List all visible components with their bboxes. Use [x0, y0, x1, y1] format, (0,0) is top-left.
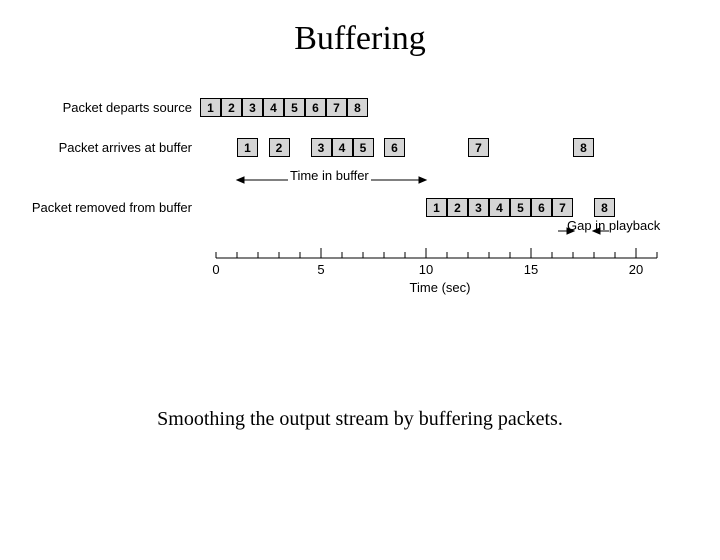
packet-arrive-7: 7: [468, 138, 489, 157]
packet-remove-7: 7: [552, 198, 573, 217]
annotation-time-in-buffer: Time in buffer: [288, 168, 371, 183]
packet-depart-5: 5: [284, 98, 305, 117]
packet-remove-3: 3: [468, 198, 489, 217]
packet-depart-8: 8: [347, 98, 368, 117]
axis-tick-10: 10: [414, 262, 438, 277]
packet-remove-6: 6: [531, 198, 552, 217]
row-label-depart: Packet departs source: [0, 100, 192, 115]
axis-tick-5: 5: [309, 262, 333, 277]
packet-arrive-8: 8: [573, 138, 594, 157]
packet-remove-4: 4: [489, 198, 510, 217]
packet-remove-8: 8: [594, 198, 615, 217]
packet-depart-1: 1: [200, 98, 221, 117]
packet-depart-3: 3: [242, 98, 263, 117]
packet-depart-2: 2: [221, 98, 242, 117]
axis-tick-15: 15: [519, 262, 543, 277]
packet-arrive-2: 2: [269, 138, 290, 157]
packet-depart-6: 6: [305, 98, 326, 117]
axis-tick-0: 0: [204, 262, 228, 277]
packet-remove-1: 1: [426, 198, 447, 217]
diagram-stage: Packet departs source Packet arrives at …: [0, 98, 720, 358]
packet-arrive-6: 6: [384, 138, 405, 157]
packet-depart-7: 7: [326, 98, 347, 117]
row-label-arrive: Packet arrives at buffer: [0, 140, 192, 155]
packet-remove-2: 2: [447, 198, 468, 217]
packet-remove-5: 5: [510, 198, 531, 217]
figure-caption: Smoothing the output stream by buffering…: [0, 408, 720, 431]
packet-arrive-1: 1: [237, 138, 258, 157]
axis-label: Time (sec): [380, 280, 500, 295]
row-label-remove: Packet removed from buffer: [0, 200, 192, 215]
packet-arrive-3: 3: [311, 138, 332, 157]
page-title: Buffering: [0, 20, 720, 58]
packet-arrive-4: 4: [332, 138, 353, 157]
annotation-gap-in-playback: Gap in playback: [567, 218, 660, 233]
packet-depart-4: 4: [263, 98, 284, 117]
axis-tick-20: 20: [624, 262, 648, 277]
packet-arrive-5: 5: [353, 138, 374, 157]
